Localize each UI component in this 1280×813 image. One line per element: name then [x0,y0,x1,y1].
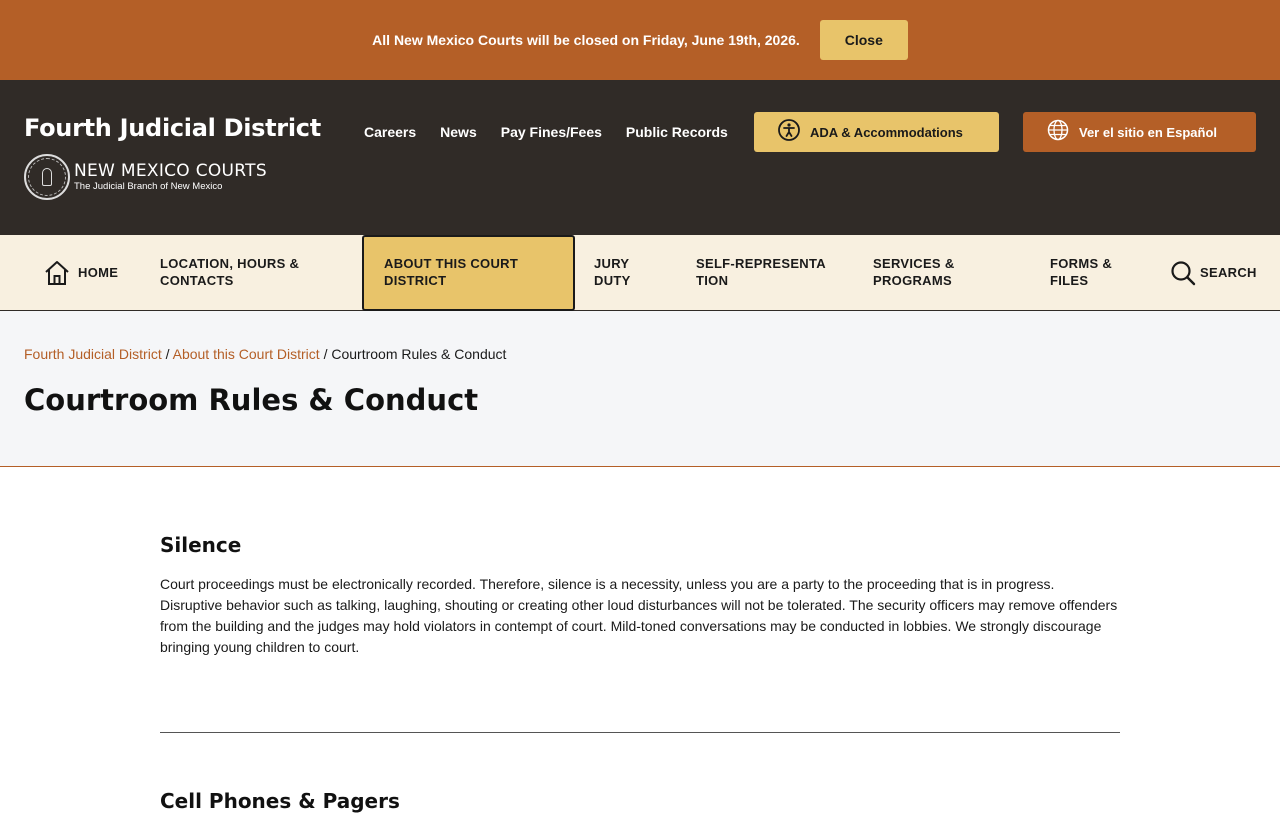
utility-nav: Careers News Pay Fines/Fees Public Recor… [364,124,728,140]
alert-close-button[interactable]: Close [819,20,908,60]
breadcrumb-link-home[interactable]: Fourth Judicial District [24,346,162,362]
accessibility-icon [778,118,800,146]
nav-services-programs[interactable]: SERVICES & PROGRAMS [873,235,993,311]
nav-about-district[interactable]: ABOUT THIS COURT DISTRICT [362,235,575,311]
nav-forms-files[interactable]: FORMS & FILES [1050,235,1130,311]
section-heading-cell-phones: Cell Phones & Pagers [160,789,400,813]
section-body-silence: Court proceedings must be electronically… [160,576,1118,655]
nav-forms-label: FORMS & FILES [1050,256,1113,288]
nav-home[interactable]: HOME [44,235,118,311]
court-seal-icon [24,154,70,200]
logo-name: NEW MEXICO COURTS [74,160,267,181]
site-header: Fourth Judicial District NEW MEXICO COUR… [0,80,1280,235]
nav-self-rep-label: SELF-REPRESENTATION [696,256,826,288]
main-nav: HOME LOCATION, HOURS & CONTACTS ABOUT TH… [0,235,1280,311]
section-divider [160,732,1120,733]
site-title[interactable]: Fourth Judicial District [24,114,321,142]
nav-jury-duty[interactable]: JURY DUTY [594,235,654,311]
main-content: Silence Court proceedings must be electr… [160,467,1120,658]
breadcrumb-link-about[interactable]: About this Court District [173,346,320,362]
spanish-site-button[interactable]: Ver el sitio en Español [1023,112,1256,152]
nav-home-label: HOME [78,264,119,280]
nav-location-label: LOCATION, HOURS & CONTACTS [160,256,300,288]
ada-button[interactable]: ADA & Accommodations [754,112,999,152]
breadcrumb-current: Courtroom Rules & Conduct [331,346,507,362]
util-link-news[interactable]: News [440,124,477,140]
nav-about-label: ABOUT THIS COURT DISTRICT [384,256,519,288]
alert-message: All New Mexico Courts will be closed on … [372,32,800,48]
home-icon [44,260,70,286]
spanish-site-label: Ver el sitio en Español [1079,124,1217,140]
nav-location-hours[interactable]: LOCATION, HOURS & CONTACTS [160,235,330,311]
util-link-pay-fines[interactable]: Pay Fines/Fees [501,124,602,140]
logo-tagline: The Judicial Branch of New Mexico [74,180,223,192]
util-link-public-records[interactable]: Public Records [626,124,728,140]
util-link-careers[interactable]: Careers [364,124,416,140]
nav-self-representation[interactable]: SELF-REPRESENTATION [696,235,836,311]
nav-search[interactable]: SEARCH [1170,235,1257,311]
nav-jury-label: JURY DUTY [594,256,631,288]
nav-services-label: SERVICES & PROGRAMS [873,256,955,288]
alert-banner: All New Mexico Courts will be closed on … [0,0,1280,80]
section-heading-silence: Silence [160,533,242,557]
page-header: Fourth Judicial District / About this Co… [0,311,1280,467]
page-title: Courtroom Rules & Conduct [24,383,479,417]
ada-button-label: ADA & Accommodations [810,124,963,140]
nm-courts-logo[interactable]: NEW MEXICO COURTS The Judicial Branch of… [24,154,267,200]
globe-icon [1047,119,1069,146]
nav-search-label: SEARCH [1200,264,1257,280]
search-icon [1170,260,1196,286]
breadcrumb-separator: / [165,346,173,362]
breadcrumb: Fourth Judicial District / About this Co… [24,346,506,362]
